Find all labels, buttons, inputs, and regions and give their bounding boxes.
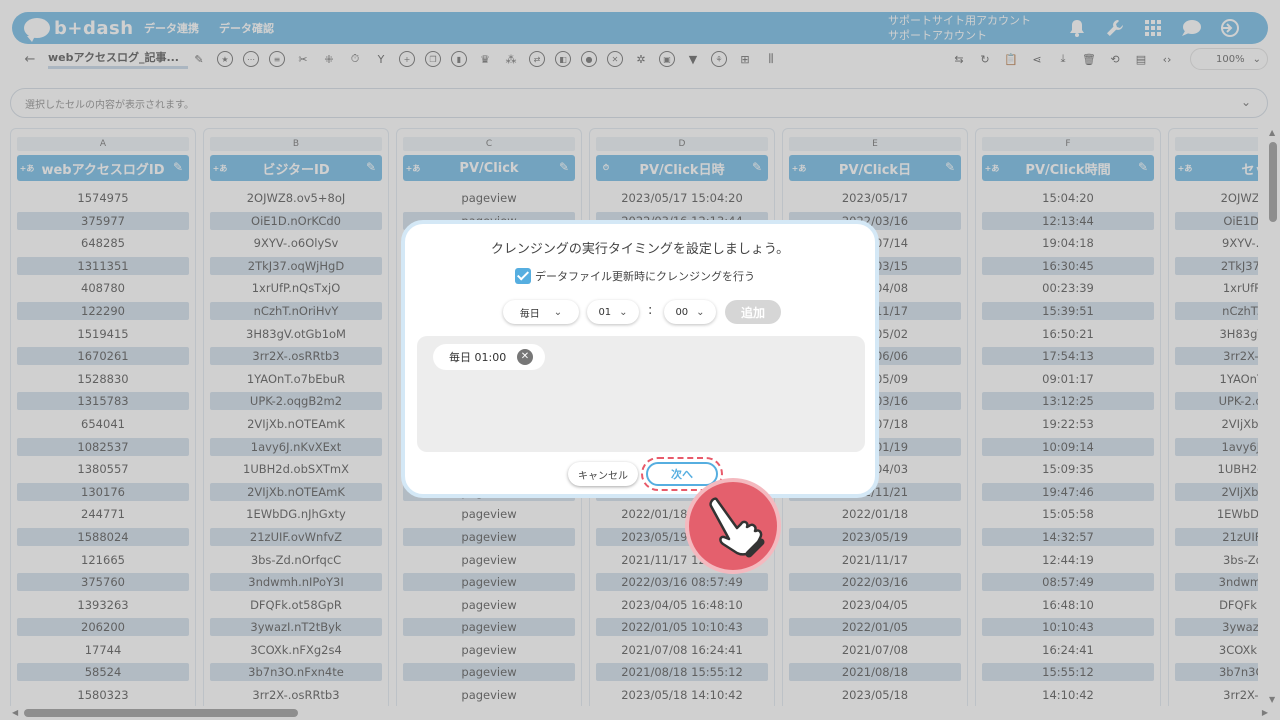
cleansing-schedule-dialog: クレンジングの実行タイミングを設定しましょう。 データファイル更新時にクレンジン… [401,220,879,498]
dialog-title: クレンジングの実行タイミングを設定しましょう。 [490,242,790,257]
hour-value: 01 [598,306,612,318]
update-cleansing-checkbox-row[interactable]: データファイル更新時にクレンジングを行う [515,268,755,284]
minute-select[interactable]: 00 ⌄ [664,300,716,324]
cancel-button[interactable]: キャンセル [568,462,638,486]
schedule-chip: 毎日 01:00 ✕ [433,344,545,370]
frequency-select[interactable]: 毎日 ⌄ [503,300,579,324]
frequency-value: 毎日 [519,308,540,320]
checkbox-label: データファイル更新時にクレンジングを行う [535,270,755,283]
checkbox-checked-icon[interactable] [515,268,531,284]
chevron-down-icon: ⌄ [696,306,705,318]
chevron-down-icon: ⌄ [619,306,628,318]
hour-select[interactable]: 01 ⌄ [587,300,639,324]
minute-value: 00 [675,306,689,318]
chevron-down-icon: ⌄ [553,306,563,318]
schedule-list: 毎日 01:00 ✕ [417,336,865,452]
close-icon[interactable]: ✕ [517,349,533,365]
pointing-hand-icon [685,478,781,574]
add-button[interactable]: 追加 [725,300,781,324]
time-separator: : [648,303,653,318]
schedule-chip-label: 毎日 01:00 [449,351,507,364]
